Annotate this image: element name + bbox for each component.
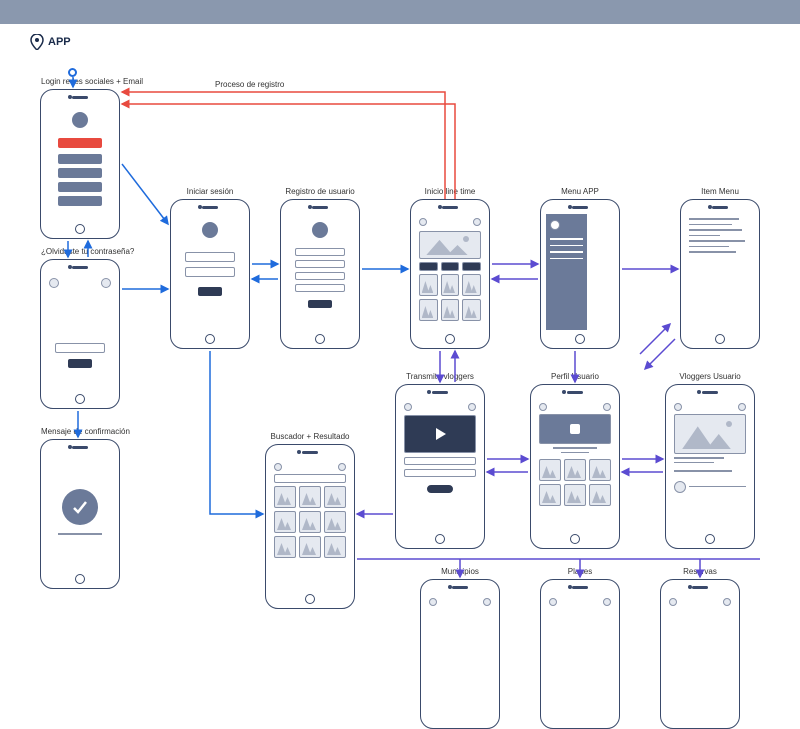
flow-canvas: APP Proceso de registro Login redes soci… xyxy=(0,24,800,600)
header-bar xyxy=(0,0,800,24)
arrows xyxy=(0,24,800,624)
